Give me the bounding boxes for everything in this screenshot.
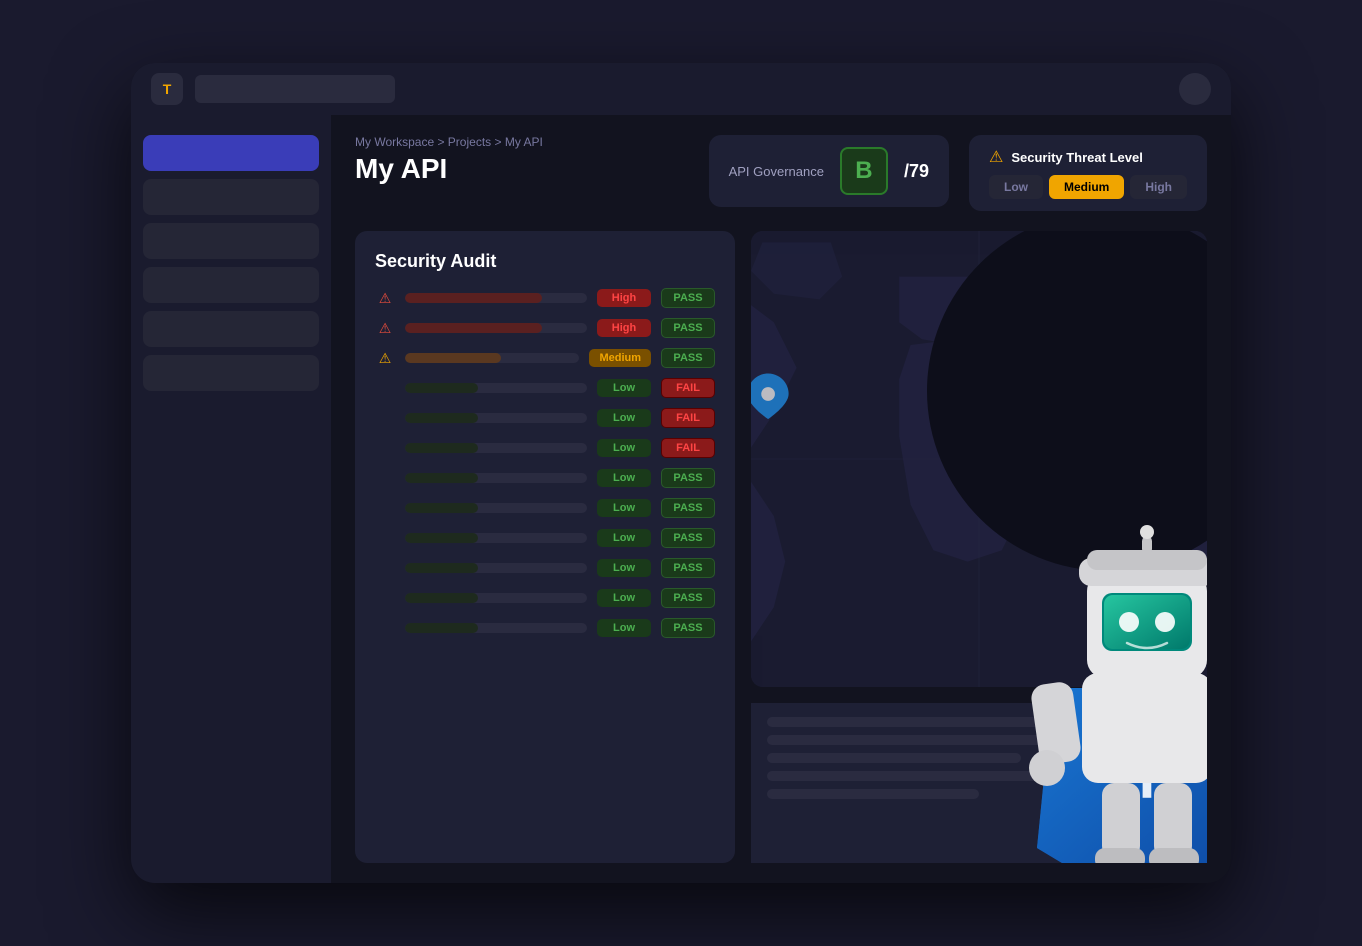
- severity-badge-low: Low: [597, 589, 651, 607]
- severity-badge-high: High: [597, 319, 651, 337]
- api-governance-widget: API Governance B /79: [709, 135, 949, 207]
- severity-badge-low: Low: [597, 499, 651, 517]
- audit-row: ⚠ High PASS: [375, 288, 715, 308]
- audit-row: ⚠ Low FAIL: [375, 438, 715, 458]
- sidebar-item-team[interactable]: [143, 355, 319, 391]
- audit-row: ⚠ Low FAIL: [375, 378, 715, 398]
- severity-badge-low: Low: [597, 379, 651, 397]
- app-window: T My Workspace > Projects > My API My AP…: [131, 63, 1231, 883]
- audit-bar: [405, 293, 587, 303]
- info-line: [767, 771, 1106, 781]
- placeholder-icon: ⚠: [375, 500, 395, 517]
- breadcrumb-section: My Workspace > Projects > My API My API: [355, 135, 689, 185]
- threat-level-low[interactable]: Low: [989, 175, 1043, 199]
- status-badge-fail: FAIL: [661, 438, 715, 458]
- severity-badge-high: High: [597, 289, 651, 307]
- info-line: [767, 735, 1064, 745]
- page-title: My API: [355, 153, 689, 185]
- sidebar-item-analytics[interactable]: [143, 223, 319, 259]
- threat-level-medium[interactable]: Medium: [1049, 175, 1124, 199]
- audit-row: ⚠ Low FAIL: [375, 408, 715, 428]
- info-line: [767, 789, 979, 799]
- alert-icon: ⚠: [375, 320, 395, 337]
- severity-badge-low: Low: [597, 529, 651, 547]
- grade-score: /79: [904, 161, 929, 182]
- audit-bar: [405, 443, 587, 453]
- placeholder-icon: ⚠: [375, 560, 395, 577]
- severity-badge-medium: Medium: [589, 349, 651, 367]
- main-layout: My Workspace > Projects > My API My API …: [131, 115, 1231, 883]
- top-bar: T: [131, 63, 1231, 115]
- audit-row: ⚠ Low PASS: [375, 528, 715, 548]
- placeholder-icon: ⚠: [375, 380, 395, 397]
- status-badge-pass: PASS: [661, 318, 715, 338]
- status-badge-fail: FAIL: [661, 378, 715, 398]
- breadcrumb: My Workspace > Projects > My API: [355, 135, 689, 149]
- audit-row: ⚠ Low PASS: [375, 618, 715, 638]
- grade-badge: B: [840, 147, 888, 195]
- app-logo: T: [151, 73, 183, 105]
- content-area: My Workspace > Projects > My API My API …: [331, 115, 1231, 883]
- panels-row: Security Audit ⚠ High PASS ⚠ High PASS: [355, 231, 1207, 863]
- threat-levels: Low Medium High: [989, 175, 1187, 199]
- alert-icon: ⚠: [375, 290, 395, 307]
- audit-bar: [405, 413, 587, 423]
- status-badge-pass: PASS: [661, 288, 715, 308]
- audit-row: ⚠ Low PASS: [375, 588, 715, 608]
- audit-row: ⚠ High PASS: [375, 318, 715, 338]
- audit-title: Security Audit: [375, 251, 715, 272]
- audit-row: ⚠ Low PASS: [375, 498, 715, 518]
- sidebar-item-apis[interactable]: [143, 179, 319, 215]
- sidebar: [131, 115, 331, 883]
- audit-bar: [405, 473, 587, 483]
- severity-badge-low: Low: [597, 619, 651, 637]
- placeholder-icon: ⚠: [375, 620, 395, 637]
- threat-title: Security Threat Level: [1011, 150, 1143, 165]
- info-line: [767, 753, 1021, 763]
- placeholder-icon: ⚠: [375, 410, 395, 427]
- severity-badge-low: Low: [597, 559, 651, 577]
- audit-bar: [405, 323, 587, 333]
- audit-bar: [405, 593, 587, 603]
- sidebar-item-settings[interactable]: [143, 311, 319, 347]
- audit-row: ⚠ Low PASS: [375, 558, 715, 578]
- audit-bar: [405, 383, 587, 393]
- content-header: My Workspace > Projects > My API My API …: [355, 135, 1207, 211]
- status-badge-pass: PASS: [661, 558, 715, 578]
- audit-bar: [405, 353, 579, 363]
- status-badge-pass: PASS: [661, 588, 715, 608]
- threat-level-widget: ⚠ Security Threat Level Low Medium High: [969, 135, 1207, 211]
- severity-badge-low: Low: [597, 439, 651, 457]
- status-badge-pass: PASS: [661, 468, 715, 488]
- audit-bar: [405, 563, 587, 573]
- severity-badge-low: Low: [597, 469, 651, 487]
- placeholder-icon: ⚠: [375, 530, 395, 547]
- profile-avatar[interactable]: [1179, 73, 1211, 105]
- audit-row: ⚠ Low PASS: [375, 468, 715, 488]
- placeholder-icon: ⚠: [375, 440, 395, 457]
- info-panel: [751, 703, 1207, 863]
- status-badge-pass: PASS: [661, 528, 715, 548]
- audit-bar: [405, 533, 587, 543]
- audit-bar: [405, 503, 587, 513]
- warning-icon: ⚠: [989, 147, 1003, 167]
- info-line: [767, 717, 1149, 727]
- status-badge-pass: PASS: [661, 618, 715, 638]
- sidebar-item-security[interactable]: [143, 267, 319, 303]
- audit-bar: [405, 623, 587, 633]
- api-governance-label: API Governance: [729, 164, 824, 179]
- placeholder-icon: ⚠: [375, 470, 395, 487]
- status-badge-pass: PASS: [661, 348, 715, 368]
- search-bar[interactable]: [195, 75, 395, 103]
- threat-level-high[interactable]: High: [1130, 175, 1187, 199]
- sidebar-item-dashboard[interactable]: [143, 135, 319, 171]
- security-audit-panel: Security Audit ⚠ High PASS ⚠ High PASS: [355, 231, 735, 863]
- audit-row: ⚠ Medium PASS: [375, 348, 715, 368]
- severity-badge-low: Low: [597, 409, 651, 427]
- status-badge-pass: PASS: [661, 498, 715, 518]
- status-badge-fail: FAIL: [661, 408, 715, 428]
- placeholder-icon: ⚠: [375, 590, 395, 607]
- alert-icon: ⚠: [375, 350, 395, 367]
- threat-header: ⚠ Security Threat Level: [989, 147, 1187, 167]
